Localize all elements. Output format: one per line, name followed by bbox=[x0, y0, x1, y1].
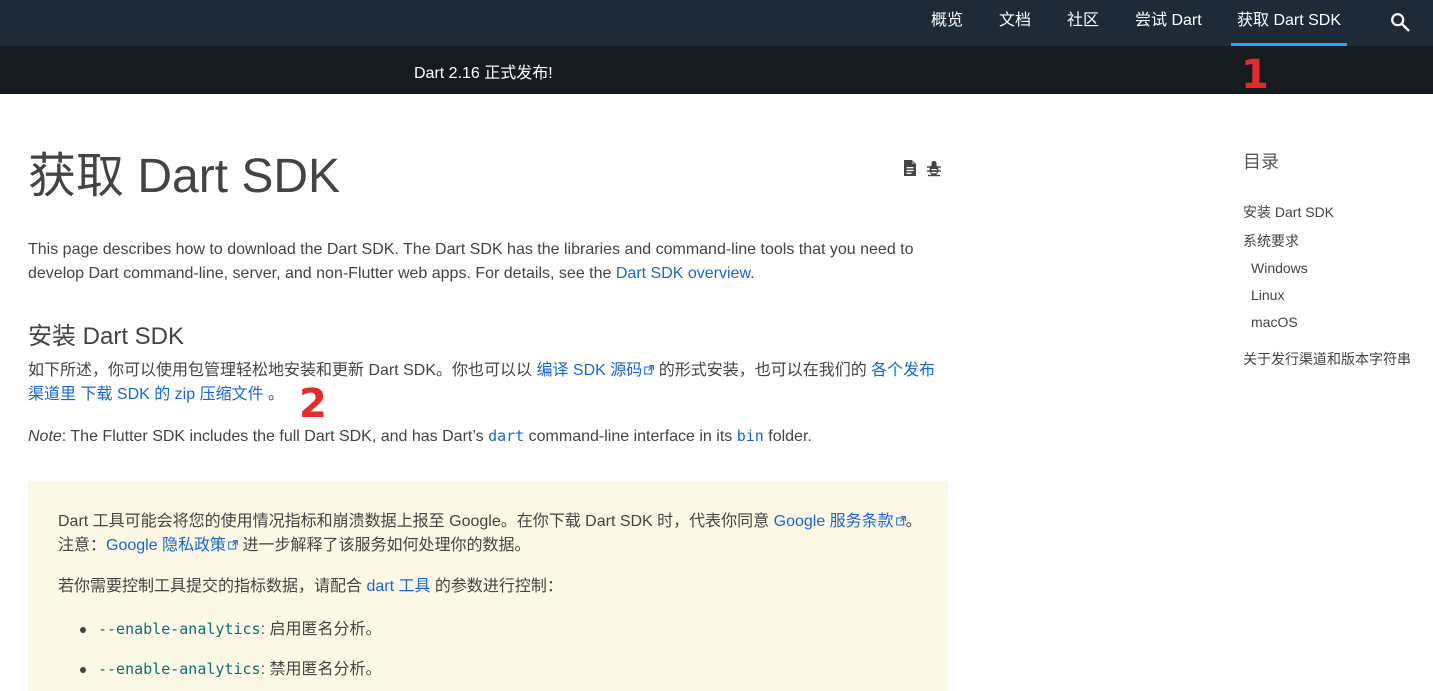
bin-code: bin bbox=[736, 427, 764, 445]
search-icon[interactable] bbox=[1389, 11, 1411, 33]
note-text-a: : The Flutter SDK includes the full Dart… bbox=[61, 428, 489, 445]
intro-end: . bbox=[750, 265, 755, 282]
toc-item-macos[interactable]: macOS bbox=[1251, 313, 1298, 331]
dart-tool-link[interactable]: dart 工具 bbox=[366, 578, 430, 595]
analytics-notice: Dart 工具可能会将您的使用情况指标和崩溃数据上报至 Google。在你下载 … bbox=[28, 481, 948, 691]
build-from-source-link[interactable]: 编译 SDK 源码 bbox=[536, 362, 642, 379]
notice-text-d: 若你需要控制工具提交的指标数据，请配合 bbox=[58, 578, 367, 595]
intro-paragraph: This page describes how to download the … bbox=[28, 238, 948, 286]
toc-item-linux[interactable]: Linux bbox=[1251, 286, 1284, 304]
page-source-icon[interactable] bbox=[902, 159, 918, 177]
external-link-icon bbox=[895, 516, 906, 526]
list-item: --enable-analytics: 禁用匿名分析。 bbox=[98, 657, 381, 682]
annotation-marker-1: 1 bbox=[1241, 52, 1269, 98]
top-nav: 概览 文档 社区 尝试 Dart 获取 Dart SDK bbox=[0, 0, 1433, 46]
notice-text-e: 的参数进行控制： bbox=[430, 578, 563, 595]
note-paragraph: Note: The Flutter SDK includes the full … bbox=[28, 424, 948, 449]
bug-report-icon[interactable] bbox=[926, 159, 942, 177]
toc-item-windows[interactable]: Windows bbox=[1251, 259, 1308, 277]
note-text-b: command-line interface in its bbox=[524, 428, 737, 445]
nav-get-sdk[interactable]: 获取 Dart SDK bbox=[1231, 0, 1348, 46]
nav-community[interactable]: 社区 bbox=[1067, 0, 1099, 46]
install-text-b: 的形式安装，也可以在我们的 bbox=[654, 362, 872, 379]
toc-item-install[interactable]: 安装 Dart SDK bbox=[1243, 203, 1334, 221]
notice-paragraph-1: Dart 工具可能会将您的使用情况指标和崩溃数据上报至 Google。在你下载 … bbox=[58, 510, 928, 558]
toc-title: 目录 bbox=[1243, 152, 1279, 172]
bullet-dot bbox=[80, 627, 86, 633]
nav-try-dart[interactable]: 尝试 Dart bbox=[1135, 0, 1202, 46]
notice-text-c: 进一步解释了该服务如何处理你的数据。 bbox=[238, 537, 531, 554]
flag-description: : 禁用匿名分析。 bbox=[260, 661, 382, 678]
dart-sdk-overview-link[interactable]: Dart SDK overview bbox=[616, 265, 750, 282]
page-tools bbox=[900, 159, 946, 179]
page-title: 获取 Dart SDK bbox=[28, 150, 341, 203]
nav-docs[interactable]: 文档 bbox=[999, 0, 1031, 46]
note-text-c: folder. bbox=[763, 428, 812, 445]
intro-text: This page describes how to download the … bbox=[28, 241, 914, 282]
install-paragraph: 如下所述，你可以使用包管理轻松地安装和更新 Dart SDK。你也可以以 编译 … bbox=[28, 359, 948, 407]
nav-overview[interactable]: 概览 bbox=[931, 0, 963, 46]
notice-paragraph-2: 若你需要控制工具提交的指标数据，请配合 dart 工具 的参数进行控制： bbox=[58, 575, 928, 599]
flag-code: --enable-analytics bbox=[98, 660, 261, 678]
google-privacy-link[interactable]: Google 隐私政策 bbox=[106, 537, 226, 554]
toc-item-requirements[interactable]: 系统要求 bbox=[1243, 232, 1299, 250]
google-tos-link[interactable]: Google 服务条款 bbox=[774, 513, 894, 530]
flag-description: : 启用匿名分析。 bbox=[260, 621, 382, 638]
install-heading: 安装 Dart SDK bbox=[28, 323, 185, 350]
flag-code: --enable-analytics bbox=[98, 620, 261, 638]
install-text-a: 如下所述，你可以使用包管理轻松地安装和更新 Dart SDK。你也可以以 bbox=[28, 362, 537, 379]
external-link-icon bbox=[644, 365, 655, 375]
install-text-c: 。 bbox=[263, 386, 285, 403]
announcement-banner: Dart 2.16 正式发布! bbox=[0, 46, 1433, 94]
list-item: --enable-analytics: 启用匿名分析。 bbox=[98, 617, 381, 642]
bullet-dot bbox=[80, 667, 86, 673]
notice-text-a: Dart 工具可能会将您的使用情况指标和崩溃数据上报至 Google。在你下载 … bbox=[58, 513, 774, 530]
banner-text[interactable]: Dart 2.16 正式发布! bbox=[414, 59, 553, 83]
toc-item-channels[interactable]: 关于发行渠道和版本字符串 bbox=[1243, 350, 1411, 368]
note-label: Note bbox=[28, 428, 62, 445]
external-link-icon bbox=[228, 540, 238, 550]
dart-code: dart bbox=[488, 427, 525, 445]
